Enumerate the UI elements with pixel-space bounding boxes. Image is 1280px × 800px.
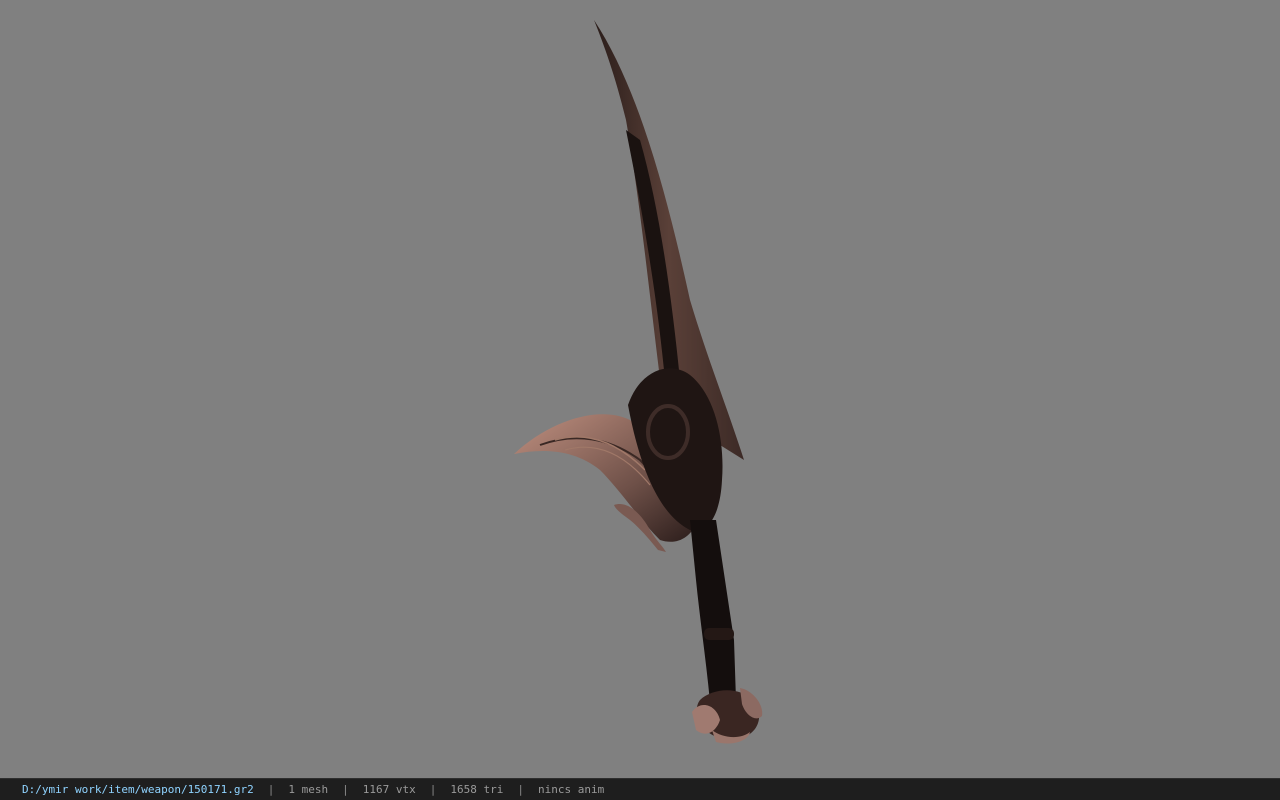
separator: | bbox=[342, 783, 349, 796]
vertex-count-label: 1167 vtx bbox=[362, 783, 416, 796]
sword-handle bbox=[690, 520, 736, 702]
separator: | bbox=[517, 783, 525, 796]
model-viewport[interactable] bbox=[0, 0, 1280, 778]
mesh-count-label: 1 mesh bbox=[288, 783, 329, 796]
separator: | bbox=[429, 783, 437, 796]
status-bar: D:/ymir work/item/weapon/150171.gr2 | 1 me… bbox=[0, 778, 1280, 800]
animation-status-label: nincs anim bbox=[538, 783, 605, 796]
sword-model bbox=[514, 20, 763, 744]
triangle-count-label: 1658 tri bbox=[450, 783, 504, 796]
file-path-label: D:/ymir work/item/weapon/150171.gr2 bbox=[22, 783, 254, 796]
separator: | bbox=[267, 783, 275, 796]
